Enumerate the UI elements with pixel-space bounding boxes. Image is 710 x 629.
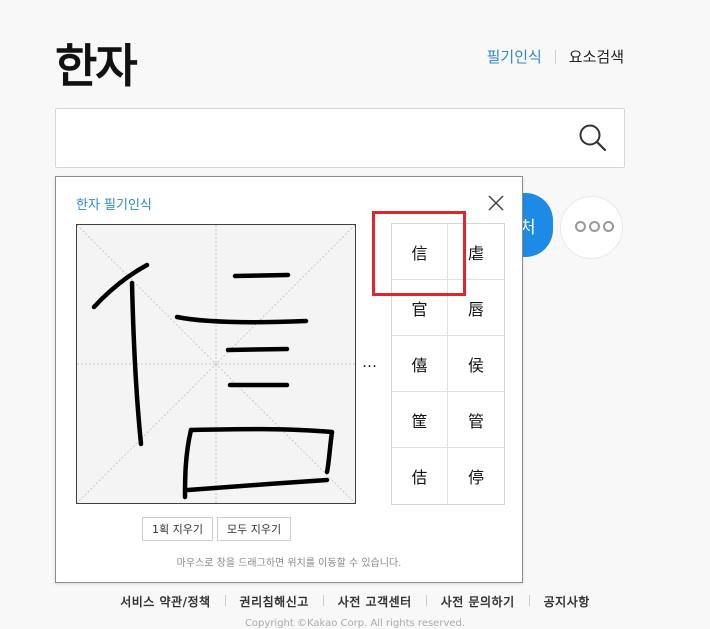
stroke-1 — [91, 262, 150, 310]
stroke-2 — [129, 280, 144, 447]
drawing-canvas[interactable] — [76, 224, 356, 504]
stroke-7 — [182, 427, 194, 500]
more-candidates-link[interactable]: … — [362, 353, 378, 371]
close-icon[interactable] — [488, 195, 504, 211]
footer-link-terms[interactable]: 서비스 약관/정책 — [120, 593, 210, 610]
more-button[interactable] — [560, 196, 623, 259]
footer-links: 서비스 약관/정책 권리침해신고 사전 고객센터 사전 문의하기 공지사항 — [0, 593, 710, 610]
candidate-cell[interactable]: 信 — [392, 224, 448, 280]
candidate-cell[interactable]: 僖 — [392, 336, 448, 392]
canvas-controls: 1획 지우기 모두 지우기 — [142, 517, 292, 541]
footer-link-notice[interactable]: 공지사항 — [544, 593, 590, 610]
stroke-3 — [232, 272, 291, 279]
stroke-8 — [188, 426, 335, 475]
top-nav: 필기인식 요소검색 — [487, 46, 624, 67]
stroke-4 — [174, 314, 309, 325]
candidate-cell[interactable]: 佶 — [392, 448, 448, 504]
search-box — [55, 108, 625, 168]
footer-divider — [528, 595, 530, 606]
copyright-text: Copyright ©Kakao Corp. All rights reserv… — [244, 618, 466, 629]
clear-all-button[interactable]: 모두 지우기 — [216, 517, 292, 541]
footer-divider — [224, 595, 226, 606]
candidate-grid: 信 虐 官 唇 僖 侯 筐 管 佶 停 — [391, 223, 505, 505]
candidate-cell[interactable]: 官 — [392, 280, 448, 336]
site-logo[interactable]: 한자 — [55, 30, 138, 96]
undo-stroke-button[interactable]: 1획 지우기 — [142, 517, 213, 541]
search-icon[interactable] — [578, 123, 608, 153]
more-icon — [575, 221, 614, 232]
footer-link-inquiry[interactable]: 사전 문의하기 — [441, 593, 515, 610]
search-input[interactable] — [72, 127, 556, 148]
nav-element-search-link[interactable]: 요소검색 — [569, 46, 624, 67]
drag-hint-text: 마우스로 창을 드래그하면 위치를 이동할 수 있습니다. — [176, 558, 402, 569]
panel-title: 한자 필기인식 — [76, 198, 152, 213]
candidate-cell[interactable]: 管 — [448, 392, 504, 448]
footer-link-support[interactable]: 사전 고객센터 — [338, 593, 412, 610]
nav-divider — [554, 49, 556, 64]
candidate-cell[interactable]: 筐 — [392, 392, 448, 448]
handwriting-panel[interactable]: 한자 필기인식 … 信 虐 官 唇 僖 侯 筐 管 佶 停 1획 지우기 모두 … — [55, 176, 523, 583]
candidate-cell[interactable]: 唇 — [448, 280, 504, 336]
footer-link-rights[interactable]: 권리침해신고 — [240, 593, 309, 610]
candidate-cell[interactable]: 虐 — [448, 224, 504, 280]
candidate-cell[interactable]: 侯 — [448, 336, 504, 392]
footer-divider — [322, 595, 324, 606]
stroke-5 — [225, 346, 290, 353]
stroke-9 — [185, 477, 330, 493]
nav-handwriting-link[interactable]: 필기인식 — [487, 46, 542, 67]
candidate-cell[interactable]: 停 — [448, 448, 504, 504]
footer-divider — [425, 595, 427, 606]
